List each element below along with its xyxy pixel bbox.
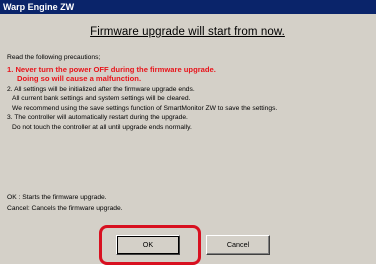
intro-text: Read the following precautions; <box>7 54 101 61</box>
cancel-button[interactable]: Cancel <box>206 235 270 255</box>
warning-line-2: Doing so will cause a malfunction. <box>17 74 142 83</box>
dialog-heading: Firmware upgrade will start from now. <box>90 26 285 38</box>
precaution-3a: 3. The controller will automatically res… <box>7 114 188 121</box>
cancel-hint: Cancel: Cancels the firmware upgrade. <box>7 205 123 212</box>
dialog-window: Warp Engine ZW Firmware upgrade will sta… <box>0 0 376 265</box>
warning-line-1: 1. Never turn the power OFF during the f… <box>7 65 216 74</box>
title-bar[interactable]: Warp Engine ZW <box>0 0 376 14</box>
dialog-panel: Firmware upgrade will start from now. Re… <box>3 17 372 265</box>
precaution-3b: Do not touch the controller at all until… <box>12 124 192 131</box>
precaution-2a: 2. All settings will be initialized afte… <box>7 86 195 93</box>
precaution-2c: We recommend using the save settings fun… <box>12 105 278 112</box>
ok-highlight-callout <box>99 225 201 265</box>
ok-hint: OK : Starts the firmware upgrade. <box>7 194 107 201</box>
precaution-2b: All current bank settings and system set… <box>12 95 191 102</box>
